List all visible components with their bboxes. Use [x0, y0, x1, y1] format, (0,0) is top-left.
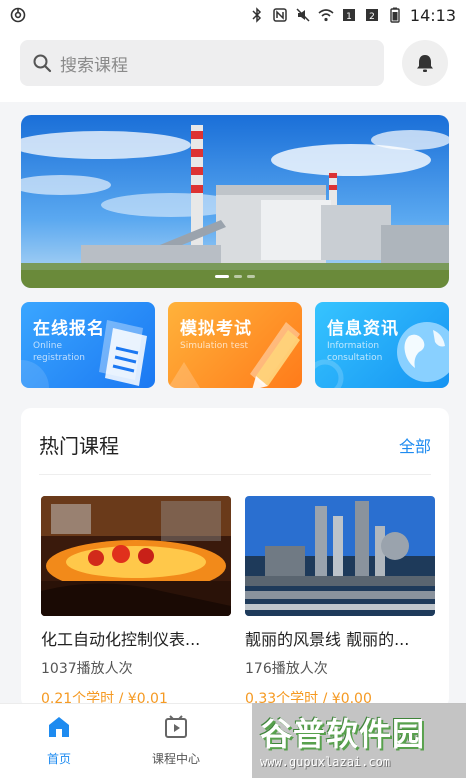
- course-title: 靓丽的风景线 靓丽的...: [245, 630, 410, 649]
- status-bar: 1 2 14:13: [0, 0, 466, 30]
- quick-entry-title: 信息资讯: [327, 319, 399, 339]
- carousel-dot[interactable]: [247, 275, 255, 278]
- banner-carousel[interactable]: [21, 115, 449, 288]
- course-card[interactable]: 靓丽的风景线 靓丽的... 176播放人次 0.33个学时 / ¥0.00: [245, 496, 435, 708]
- watermark-title: 谷普软件园: [260, 715, 426, 753]
- hot-courses-section: 热门课程 全部 化工自动化控制仪表... 1037播放人次 0.21个学时 / …: [21, 408, 449, 708]
- watermark-url: www.gupuxlazai.com: [260, 755, 391, 769]
- divider: [39, 474, 431, 475]
- svg-text:1: 1: [346, 12, 352, 22]
- clock: 14:13: [409, 5, 456, 25]
- top-header: 搜索课程: [0, 30, 466, 102]
- app-logo-icon: [10, 7, 26, 23]
- app-screen: 1 2 14:13 搜索课程 在线报名 Online registration …: [0, 0, 466, 778]
- home-icon: [49, 717, 69, 737]
- course-thumbnail: [41, 496, 231, 616]
- section-title: 热门课程: [39, 434, 119, 458]
- notification-button[interactable]: [402, 40, 448, 86]
- refinery-image: [245, 496, 435, 616]
- wifi-icon: [318, 9, 334, 22]
- simulation-test-card[interactable]: 模拟考试 Simulation test: [168, 302, 302, 388]
- quick-entry-subtitle: Information consultation: [327, 341, 383, 363]
- bluetooth-icon: [252, 7, 261, 23]
- tab-course-center[interactable]: 课程中心: [136, 714, 216, 767]
- course-plays: 176播放人次: [245, 661, 328, 677]
- search-input[interactable]: 搜索课程: [20, 40, 384, 86]
- bell-icon: [417, 55, 433, 72]
- mute-icon: [296, 8, 310, 22]
- carousel-dot[interactable]: [234, 275, 242, 278]
- furnace-image: [41, 496, 231, 616]
- svg-text:2: 2: [369, 12, 375, 22]
- carousel-indicator: [21, 275, 449, 278]
- battery-icon: [390, 7, 400, 23]
- search-icon: [33, 54, 52, 73]
- video-icon: [165, 715, 187, 738]
- online-registration-card[interactable]: 在线报名 Online registration: [21, 302, 155, 388]
- course-card[interactable]: 化工自动化控制仪表... 1037播放人次 0.21个学时 / ¥0.01: [41, 496, 231, 708]
- tab-label: 课程中心: [151, 752, 200, 766]
- quick-entry-subtitle: Simulation test: [180, 341, 249, 351]
- information-consultation-card[interactable]: 信息资讯 Information consultation: [315, 302, 449, 388]
- view-all-link[interactable]: 全部: [399, 433, 431, 457]
- tab-home[interactable]: 首页: [19, 714, 99, 767]
- quick-entry-subtitle: Online registration: [33, 341, 85, 363]
- power-plant-banner-image: [21, 115, 449, 288]
- sim2-icon: 2: [365, 9, 378, 22]
- course-thumbnail: [245, 496, 435, 616]
- nfc-icon: [273, 8, 287, 22]
- course-title: 化工自动化控制仪表...: [41, 630, 201, 649]
- quick-entry-title: 在线报名: [33, 319, 105, 339]
- tab-label: 首页: [46, 752, 71, 766]
- course-plays: 1037播放人次: [41, 661, 133, 677]
- carousel-dot[interactable]: [215, 275, 229, 278]
- quick-entry-title: 模拟考试: [180, 319, 252, 339]
- search-placeholder: 搜索课程: [60, 55, 128, 76]
- sim1-icon: 1: [342, 9, 355, 22]
- watermark: 谷普软件园 www.gupuxlazai.com: [252, 703, 466, 778]
